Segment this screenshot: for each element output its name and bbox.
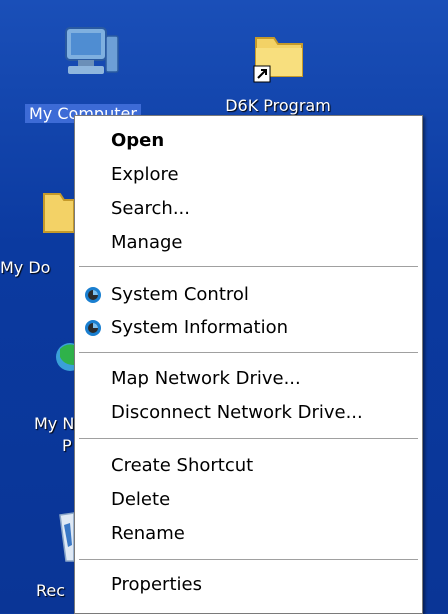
- icon-label-my-documents: My Do: [0, 258, 51, 277]
- menu-item-properties[interactable]: Properties: [75, 569, 422, 601]
- desktop-icon-my-documents[interactable]: My Do: [0, 180, 75, 277]
- desktop-icon-my-network-places[interactable]: My N P: [0, 335, 84, 455]
- system-icon: [85, 320, 101, 336]
- menu-item-label: Map Network Drive...: [111, 368, 301, 389]
- menu-separator: [79, 352, 418, 354]
- menu-separator: [79, 266, 418, 268]
- menu-item-disconnect-network-drive[interactable]: Disconnect Network Drive...: [75, 397, 422, 429]
- menu-separator: [79, 438, 418, 440]
- icon-label-d6k-program: D6K Program: [225, 96, 331, 115]
- menu-item-label: Properties: [111, 574, 202, 595]
- network-icon: [56, 343, 84, 371]
- menu-item-system-information[interactable]: System Information: [75, 312, 422, 344]
- menu-item-delete[interactable]: Delete: [75, 484, 422, 516]
- menu-item-map-network-drive[interactable]: Map Network Drive...: [75, 363, 422, 395]
- menu-item-label: Open: [111, 130, 165, 151]
- desktop-icon-recycle-bin[interactable]: Rec: [0, 505, 75, 600]
- menu-item-label: System Information: [111, 317, 289, 338]
- folder-icon: [43, 193, 75, 233]
- computer-icon: [65, 27, 119, 74]
- menu-item-manage[interactable]: Manage: [75, 227, 422, 259]
- system-icon: [85, 287, 101, 303]
- folder-shortcut-icon: [253, 37, 303, 83]
- icon-label-recycle-bin: Rec: [36, 581, 66, 600]
- icon-label-my-network-places: My N: [34, 414, 75, 433]
- menu-item-label: Disconnect Network Drive...: [111, 402, 363, 423]
- menu-item-system-control[interactable]: System Control: [75, 279, 422, 311]
- menu-separator: [79, 559, 418, 561]
- menu-item-label: Delete: [111, 489, 171, 510]
- menu-item-label: Manage: [111, 232, 183, 253]
- menu-item-search[interactable]: Search...: [75, 193, 422, 225]
- menu-item-create-shortcut[interactable]: Create Shortcut: [75, 450, 422, 482]
- recycle-bin-icon: [59, 512, 75, 562]
- menu-item-rename[interactable]: Rename: [75, 518, 422, 550]
- menu-item-label: Search...: [111, 198, 191, 219]
- menu-item-label: Rename: [111, 523, 185, 544]
- menu-item-open[interactable]: Open: [75, 125, 422, 157]
- context-menu: Open Explore Search... Manage System Con…: [74, 115, 423, 614]
- menu-item-label: Create Shortcut: [111, 455, 254, 476]
- menu-item-explore[interactable]: Explore: [75, 159, 422, 191]
- menu-item-label: System Control: [111, 284, 249, 305]
- menu-item-label: Explore: [111, 164, 179, 185]
- icon-label-my-network-places-2: P: [62, 436, 72, 455]
- desktop-icon-my-computer[interactable]: My Computer: [20, 22, 160, 123]
